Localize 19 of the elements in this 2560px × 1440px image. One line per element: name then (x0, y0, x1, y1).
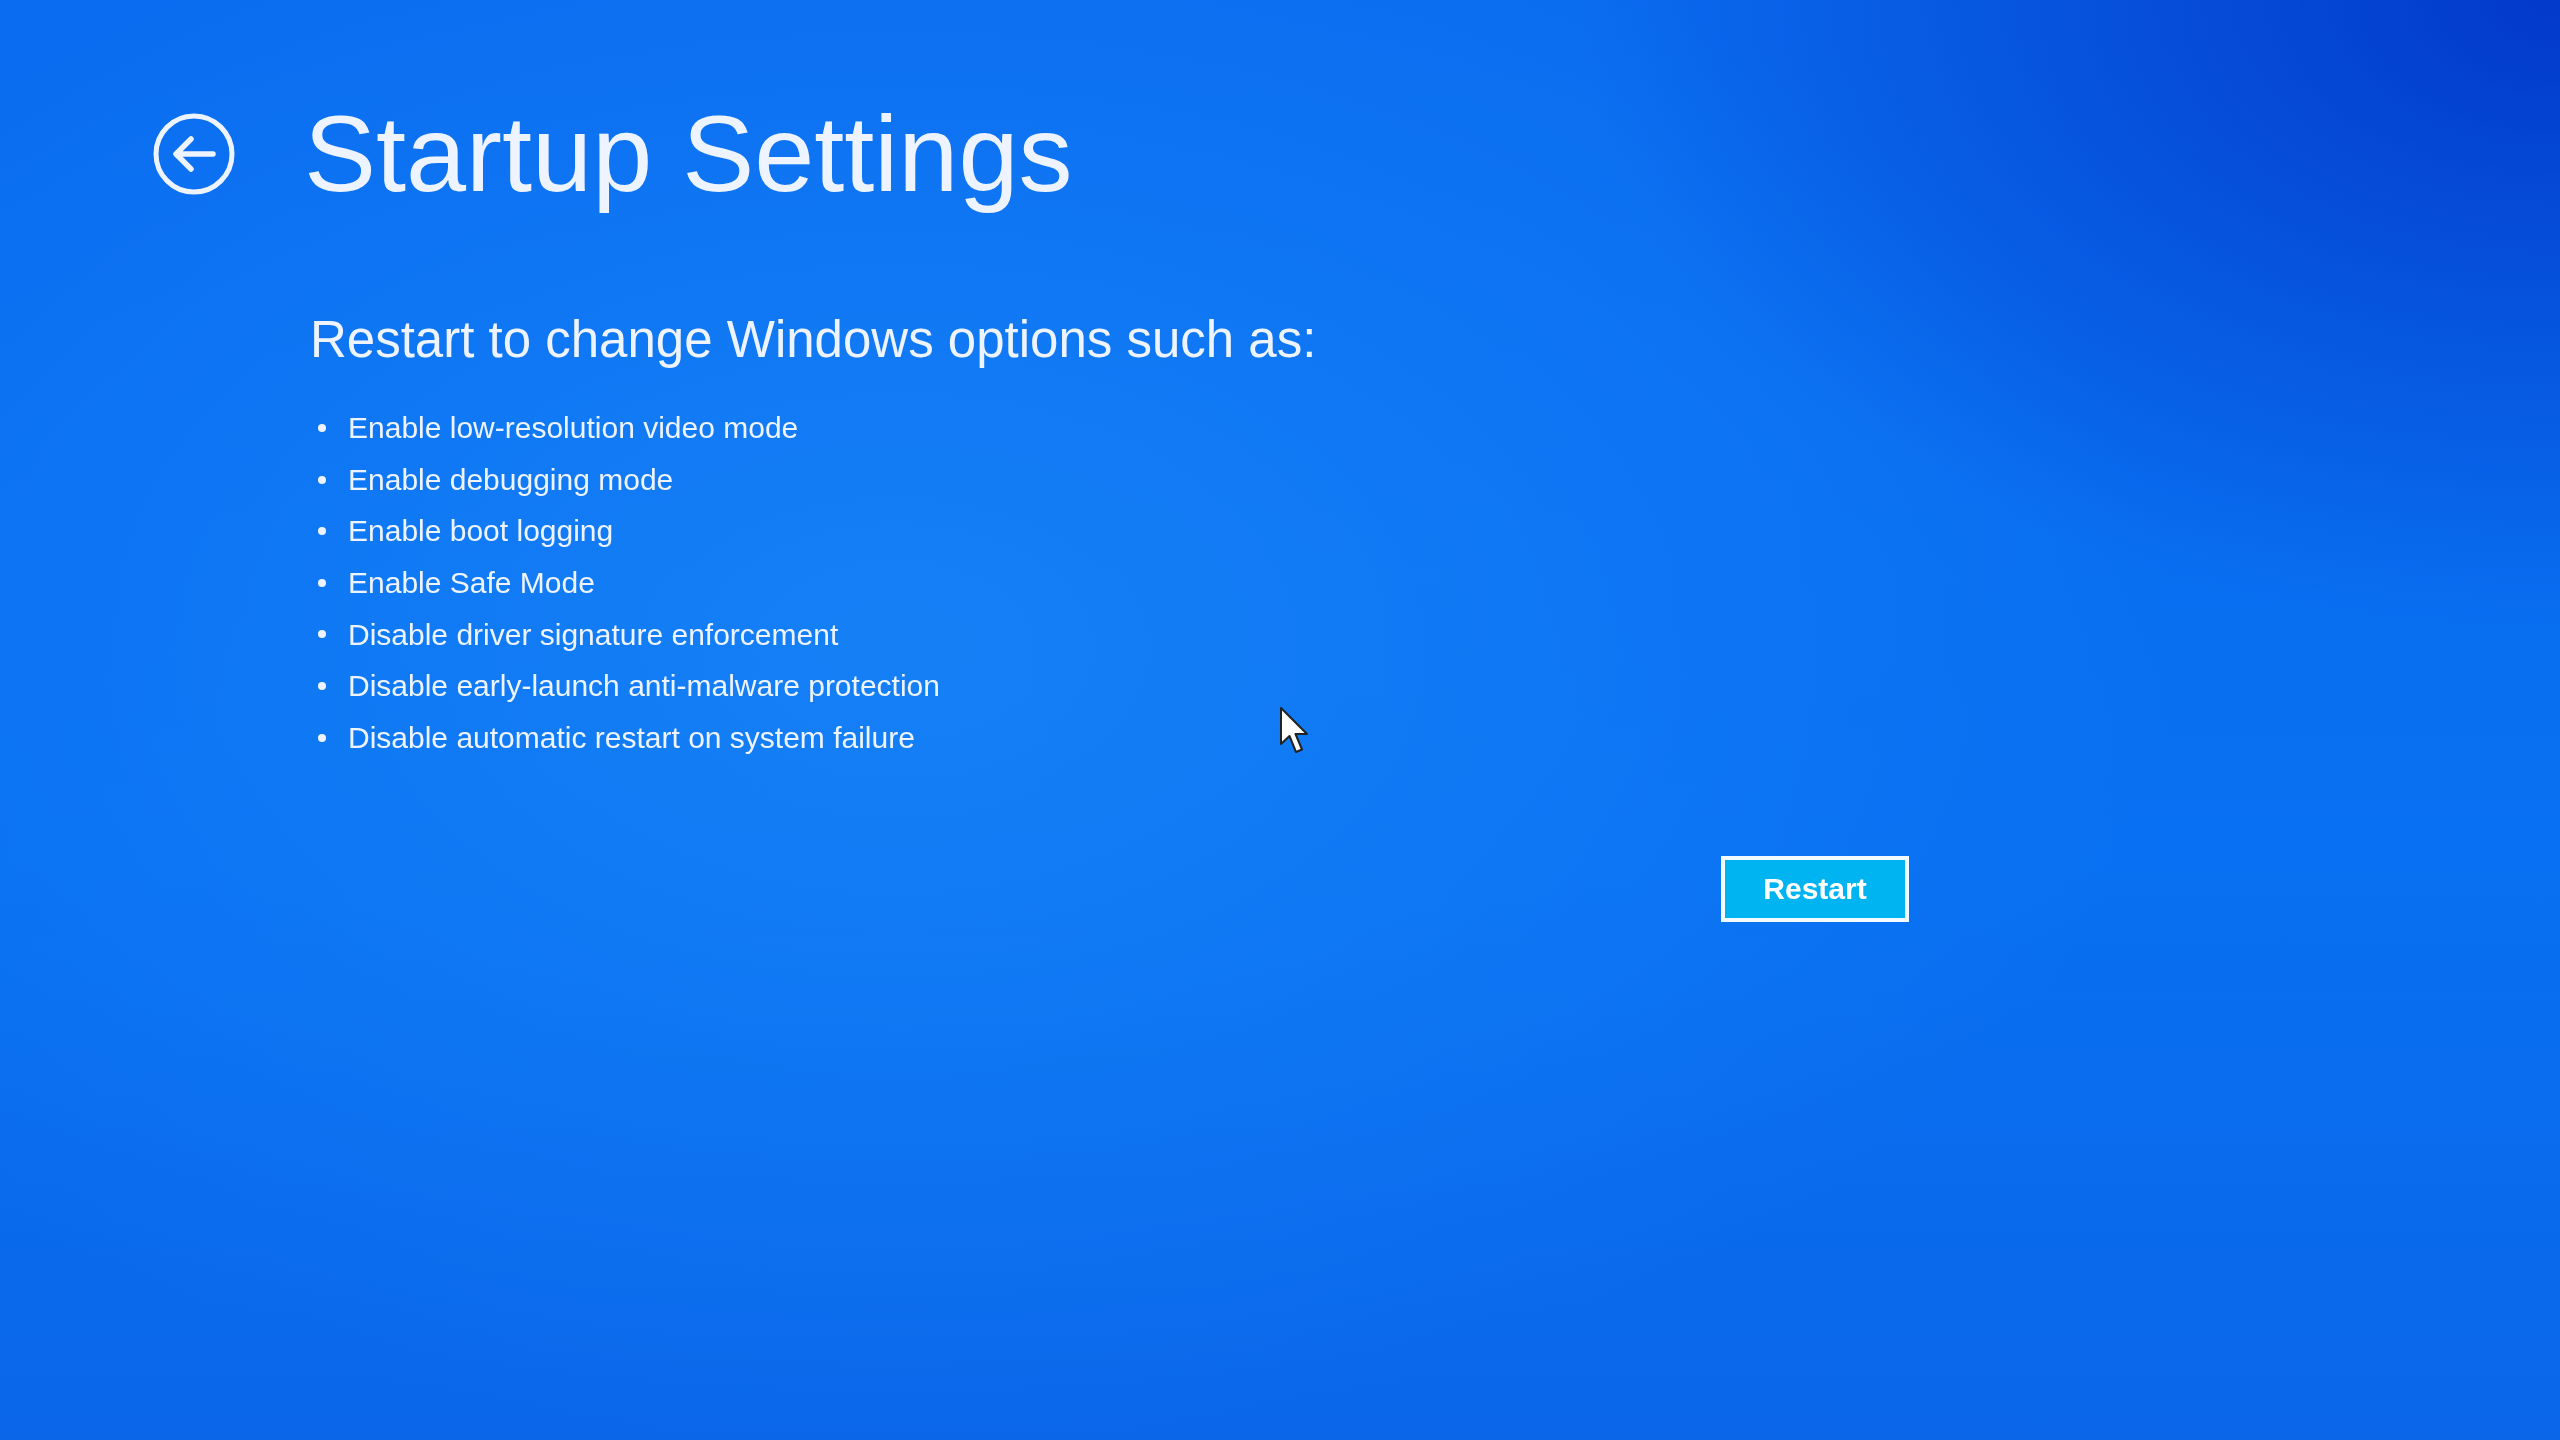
restart-button[interactable]: Restart (1721, 856, 1909, 923)
bullet-icon (318, 475, 326, 484)
option-text: Enable debugging mode (348, 461, 674, 498)
option-text: Disable automatic restart on system failure (348, 719, 915, 756)
option-text: Disable driver signature enforcement (348, 616, 839, 653)
mouse-pointer-icon (1279, 706, 1311, 756)
option-text: Disable early-launch anti-malware protection (348, 668, 940, 705)
option-text: Enable low-resolution video mode (348, 410, 799, 447)
bullet-icon (318, 733, 326, 742)
page-title: Startup Settings (304, 92, 1073, 216)
bullet-icon (318, 424, 326, 432)
back-button[interactable] (153, 112, 235, 195)
bullet-icon (318, 630, 326, 639)
subtitle: Restart to change Windows options such as: (310, 310, 1317, 370)
bullet-icon (318, 578, 326, 587)
option-text: Enable Safe Mode (348, 564, 595, 601)
option-text: Enable boot logging (348, 513, 614, 550)
bullet-icon (318, 527, 326, 536)
bullet-icon (318, 681, 326, 690)
